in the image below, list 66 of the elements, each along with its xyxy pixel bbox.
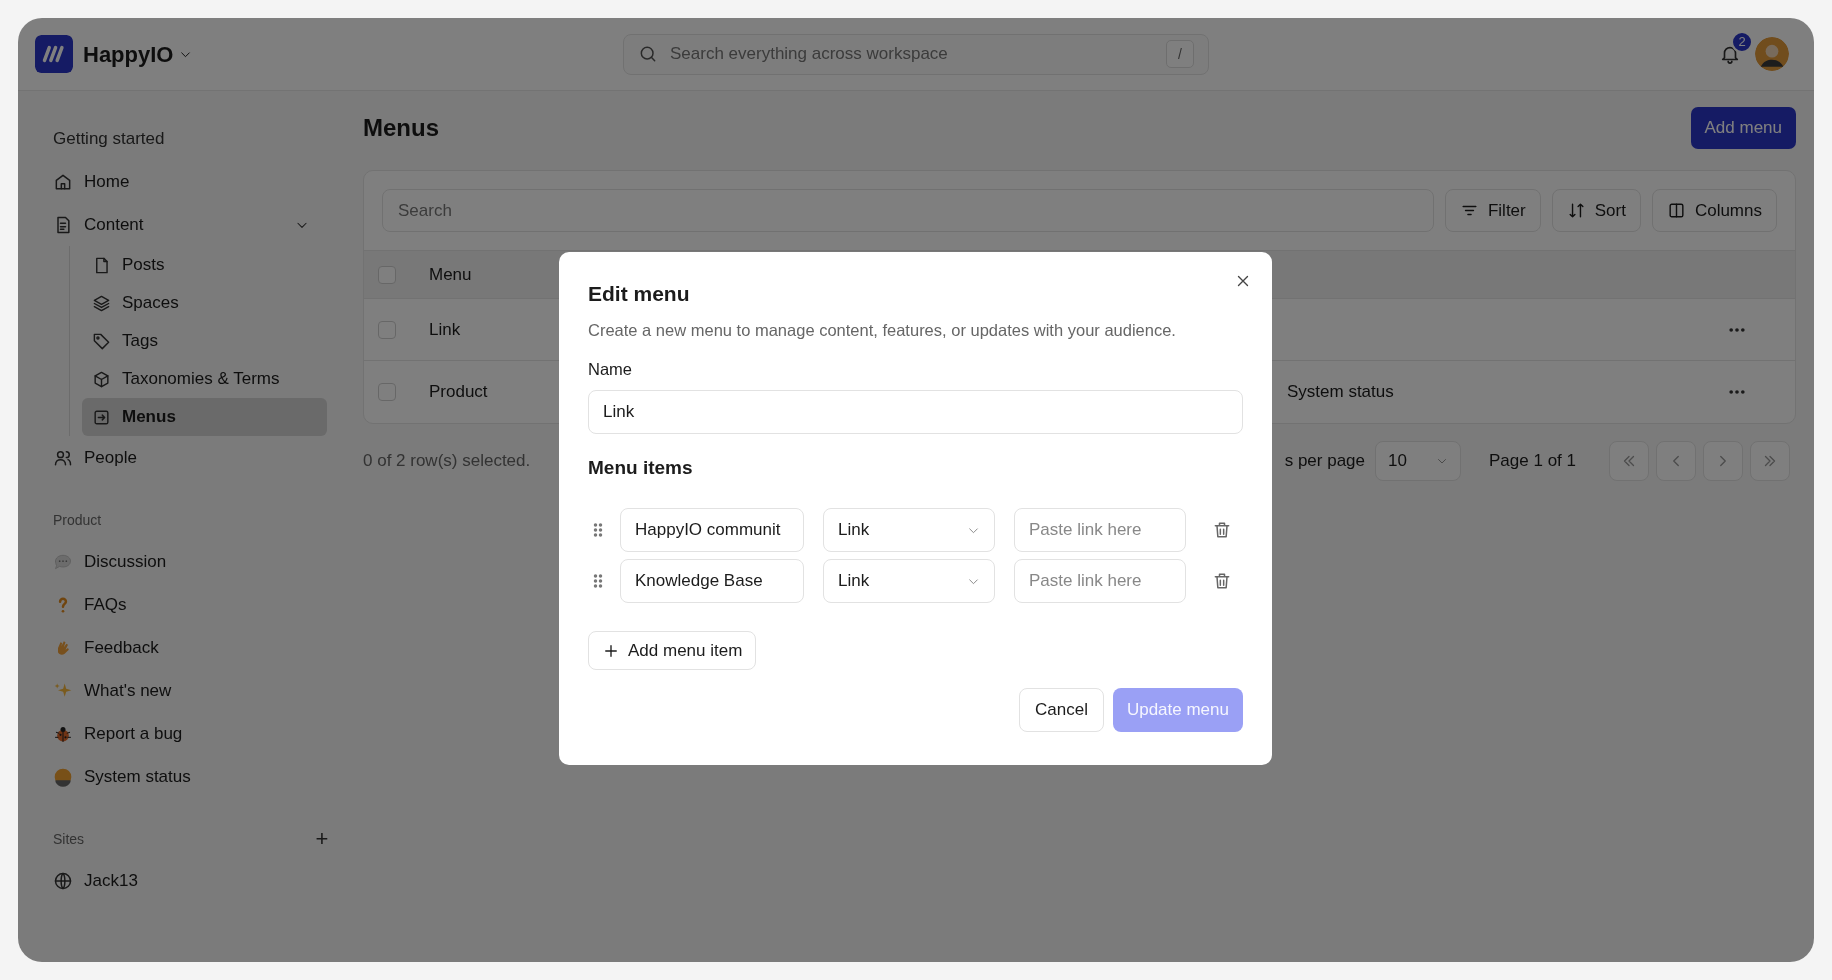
table-search-field[interactable]: Search — [382, 189, 1434, 232]
table-cell: Product — [429, 382, 488, 402]
type-select[interactable]: Link — [823, 508, 995, 552]
sidebar-item[interactable]: Discussion — [35, 540, 325, 583]
page-size-select[interactable]: 10 — [1375, 441, 1462, 481]
sidebar-item[interactable]: Tags — [82, 322, 327, 360]
column-header: Menu — [429, 263, 472, 286]
shortcut-key: / — [1166, 40, 1194, 68]
search-bar[interactable]: Search everything across workspace / — [623, 33, 1209, 75]
rows-per-page-label: s per page — [1284, 450, 1366, 473]
logo-icon — [35, 35, 73, 73]
trash-icon[interactable] — [1212, 571, 1232, 591]
toolbar-button[interactable]: Sort — [1551, 189, 1641, 232]
section-heading: Sites — [53, 829, 85, 849]
columns-icon — [1666, 201, 1686, 220]
field-label: Name — [588, 358, 633, 380]
sidebar-item[interactable]: What's new — [35, 669, 325, 712]
sidebar-item[interactable]: System status — [35, 755, 325, 798]
layers-icon — [92, 293, 111, 313]
section-heading: Product — [53, 510, 102, 530]
workspace-switcher[interactable]: HappyIO — [83, 37, 193, 71]
dialog-description: Create a new menu to manage content, features, or updates with your audience. — [588, 320, 1177, 341]
checkbox[interactable] — [378, 320, 396, 339]
add-site-button[interactable]: + — [311, 828, 333, 850]
link-field[interactable]: Paste link here — [1014, 508, 1186, 552]
cancel-button[interactable]: Cancel — [1019, 688, 1104, 732]
sidebar-item[interactable]: People — [35, 436, 325, 479]
page-title: Menus — [363, 113, 439, 143]
checkbox[interactable] — [378, 265, 396, 284]
trash-icon[interactable] — [1212, 520, 1232, 540]
add-menu-button[interactable]: Add menu — [1690, 107, 1796, 149]
sidebar-item[interactable]: FAQs — [35, 583, 325, 626]
add-menu-item-button[interactable]: Add menu item — [588, 631, 757, 670]
item-name-field[interactable]: Knowledge Base — [620, 559, 804, 603]
search-field[interactable]: Search everything across workspace — [670, 41, 1154, 67]
toolbar-button[interactable]: Filter — [1444, 189, 1541, 232]
sidebar-item[interactable]: Spaces — [82, 284, 327, 322]
sidebar-item[interactable]: Report a bug — [35, 712, 325, 755]
avatar-icon[interactable] — [1755, 37, 1789, 71]
sort-icon — [1566, 201, 1586, 220]
globe-icon — [53, 870, 73, 891]
selection-count: 0 of 2 row(s) selected. — [363, 450, 531, 473]
link-field[interactable]: Paste link here — [1014, 559, 1186, 603]
tag-icon — [92, 331, 111, 351]
dialog-title: Edit menu — [588, 281, 691, 307]
name-field[interactable]: Link — [588, 389, 1243, 434]
sidebar-item[interactable]: Content — [35, 203, 325, 246]
checkbox[interactable] — [378, 383, 396, 401]
item-name-field[interactable]: HappyIO communit — [620, 508, 804, 552]
sidebar-item[interactable]: Feedback — [35, 626, 325, 669]
arrow-box-icon — [92, 407, 111, 427]
sidebar-item[interactable]: Jack13 — [35, 859, 325, 902]
section-heading: Getting started — [53, 128, 165, 151]
notification-count: 2 — [1731, 31, 1753, 53]
sidebar-item[interactable]: Menus — [82, 398, 327, 436]
table-cell-text: System status — [1287, 381, 1395, 404]
cube-icon — [92, 369, 111, 389]
sidebar-item[interactable]: Posts — [82, 246, 327, 284]
sidebar-item[interactable]: Home — [35, 160, 325, 203]
page-indicator: Page 1 of 1 — [1489, 450, 1576, 473]
table-cell: Link — [429, 319, 461, 339]
sidebar-item[interactable]: Taxonomies & Terms — [82, 360, 327, 398]
type-select[interactable]: Link — [823, 559, 995, 603]
search-icon — [638, 44, 658, 64]
section-heading: Menu items — [588, 455, 694, 480]
toolbar-button[interactable]: Columns — [1651, 189, 1777, 232]
